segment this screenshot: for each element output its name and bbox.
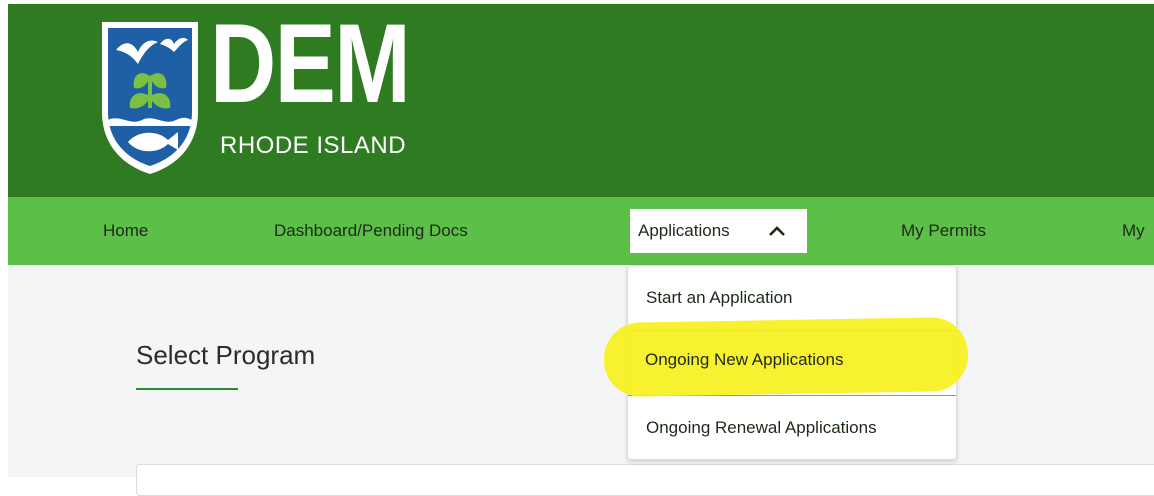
nav-dashboard-pending-docs[interactable]: Dashboard/Pending Docs [274,197,468,265]
program-card [136,464,1154,496]
nav-my-permits[interactable]: My Permits [901,197,986,265]
left-margin [0,265,8,477]
title-underline [136,388,238,390]
site-header: DEM RHODE ISLAND [8,4,1154,197]
main-content [0,265,1154,477]
page-title: Select Program [136,340,316,370]
menu-item-ongoing-renewal-applications[interactable]: Ongoing Renewal Applications [628,396,956,460]
logo-wordmark: DEM [210,1,411,126]
ri-dem-shield-icon [102,22,198,174]
nav-my-truncated[interactable]: My [1122,197,1145,265]
chevron-up-icon [769,226,785,236]
nav-home[interactable]: Home [103,197,148,265]
logo-subtext: RHODE ISLAND [220,132,407,159]
menu-item-ongoing-new-applications-label: Ongoing New Applications [645,350,844,369]
nav-applications-label: Applications [638,221,730,240]
main-navigation: Home Dashboard/Pending Docs Applications… [8,197,1154,265]
dem-logo[interactable]: DEM RHODE ISLAND [98,8,428,176]
nav-applications[interactable]: Applications [630,209,807,253]
